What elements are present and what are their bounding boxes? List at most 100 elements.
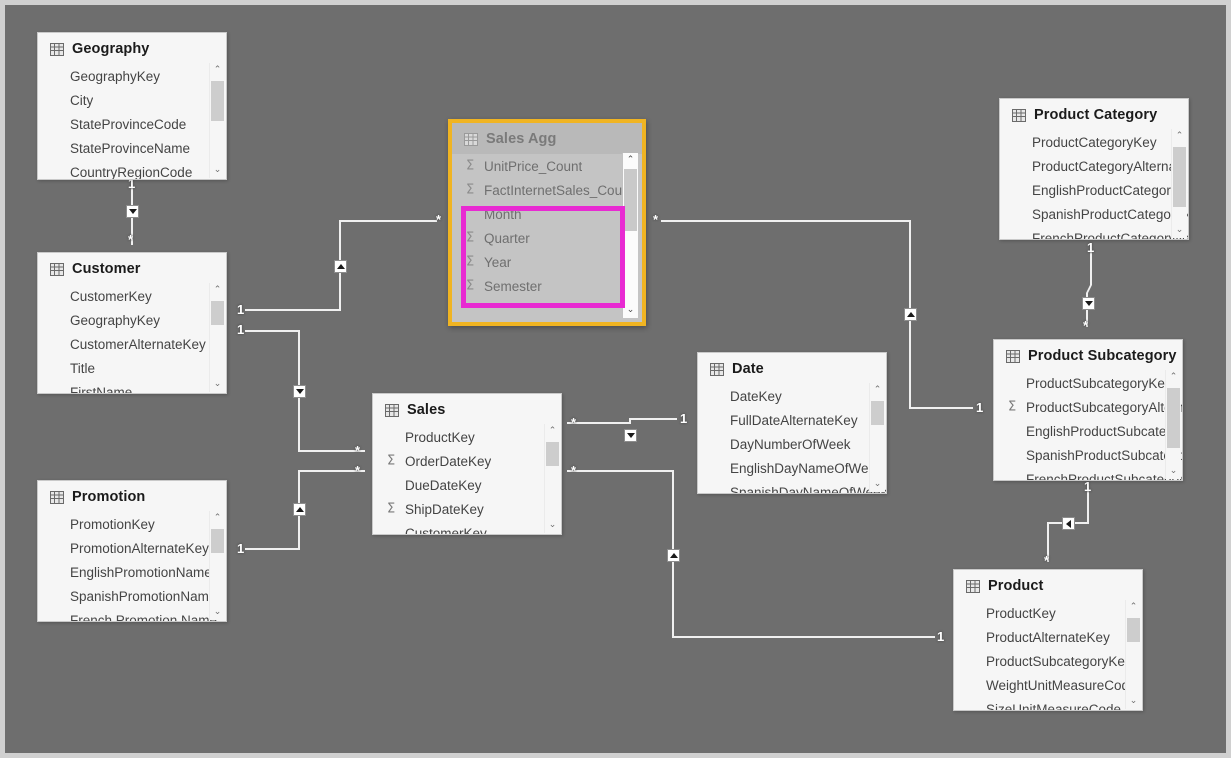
table-card-date[interactable]: Date DateKey FullDateAlternateKey DayNum… bbox=[697, 352, 887, 494]
chevron-down-icon[interactable]: ⌄ bbox=[210, 377, 225, 392]
model-diagram-canvas[interactable]: 1 * 1 * 1 * 1 * * 1 * 1 * 1 1 * 1 * Geog… bbox=[0, 0, 1231, 758]
field-row[interactable]: DayNumberOfWeek bbox=[698, 432, 886, 456]
field-row[interactable]: PromotionKey bbox=[38, 512, 226, 536]
table-scrollbar-sales[interactable]: ⌃ ⌄ bbox=[544, 424, 560, 533]
table-header-geography[interactable]: Geography bbox=[38, 33, 226, 64]
field-row[interactable]: ProductSubcategoryKey bbox=[994, 371, 1182, 395]
field-row[interactable]: EnglishPromotionName bbox=[38, 560, 226, 584]
chevron-up-icon[interactable]: ⌃ bbox=[210, 511, 225, 526]
chevron-up-icon[interactable]: ⌃ bbox=[545, 424, 560, 439]
chevron-up-icon[interactable]: ⌃ bbox=[1126, 600, 1141, 615]
scrollbar-thumb[interactable] bbox=[1173, 147, 1186, 207]
chevron-up-icon[interactable]: ⌃ bbox=[210, 63, 225, 78]
table-card-sales-agg[interactable]: Sales Agg Σ UnitPrice_Count Σ FactInternet… bbox=[448, 119, 646, 326]
field-row[interactable]: DueDateKey bbox=[373, 473, 561, 497]
table-scrollbar-promotion[interactable]: ⌃ ⌄ bbox=[209, 511, 225, 620]
filter-direction-productcategory-productsubcategory[interactable] bbox=[1082, 297, 1095, 310]
field-row[interactable]: FullDateAlternateKey bbox=[698, 408, 886, 432]
filter-direction-customer-sales[interactable] bbox=[293, 385, 306, 398]
field-row[interactable]: Σ Year bbox=[452, 250, 642, 274]
field-row[interactable]: GeographyKey bbox=[38, 64, 226, 88]
field-row[interactable]: FrenchProductSubcategoryName bbox=[994, 467, 1182, 481]
scrollbar-thumb[interactable] bbox=[871, 401, 884, 425]
chevron-up-icon[interactable]: ⌃ bbox=[210, 283, 225, 298]
table-card-promotion[interactable]: Promotion PromotionKey PromotionAlternat… bbox=[37, 480, 227, 622]
field-row[interactable]: Σ Semester bbox=[452, 274, 642, 298]
field-row[interactable]: Title bbox=[38, 356, 226, 380]
table-scrollbar-date[interactable]: ⌃ ⌄ bbox=[869, 383, 885, 492]
field-row[interactable]: EnglishDayNameOfWeek bbox=[698, 456, 886, 480]
field-row[interactable]: City bbox=[38, 88, 226, 112]
field-row[interactable]: SpanishProductSubcategoryName bbox=[994, 443, 1182, 467]
table-scrollbar-product-subcategory[interactable]: ⌃ ⌄ bbox=[1165, 370, 1181, 479]
scrollbar-thumb[interactable] bbox=[211, 81, 224, 121]
field-row[interactable]: Σ UnitPrice_Count bbox=[452, 154, 642, 178]
field-row[interactable]: Month bbox=[452, 202, 642, 226]
scrollbar-thumb[interactable] bbox=[624, 169, 637, 231]
table-scrollbar-sales-agg[interactable]: ⌃ ⌄ bbox=[622, 153, 638, 318]
table-card-customer[interactable]: Customer CustomerKey GeographyKey Custom… bbox=[37, 252, 227, 394]
filter-direction-customer-salesagg[interactable] bbox=[334, 260, 347, 273]
field-row[interactable]: ProductSubcategoryKey bbox=[954, 649, 1142, 673]
field-row[interactable]: ΣProductSubcategoryAlternateKey bbox=[994, 395, 1182, 419]
table-header-sales[interactable]: Sales bbox=[373, 394, 561, 425]
scrollbar-thumb[interactable] bbox=[211, 529, 224, 553]
filter-direction-productsubcategory-product[interactable] bbox=[1062, 517, 1075, 530]
table-card-product-category[interactable]: Product Category ProductCategoryKey Prod… bbox=[999, 98, 1189, 240]
field-row[interactable]: StateProvinceName bbox=[38, 136, 226, 160]
table-header-customer[interactable]: Customer bbox=[38, 253, 226, 284]
table-card-geography[interactable]: Geography GeographyKey City StateProvinc… bbox=[37, 32, 227, 180]
field-row[interactable]: ProductCategoryAlternateKey bbox=[1000, 154, 1188, 178]
table-header-sales-agg[interactable]: Sales Agg bbox=[452, 123, 642, 154]
table-header-date[interactable]: Date bbox=[698, 353, 886, 384]
table-card-sales[interactable]: Sales ProductKey Σ OrderDateKey DueDateKe… bbox=[372, 393, 562, 535]
field-row[interactable]: CountryRegionCode bbox=[38, 160, 226, 180]
field-row[interactable]: DateKey bbox=[698, 384, 886, 408]
scrollbar-thumb[interactable] bbox=[546, 442, 559, 466]
field-row[interactable]: StateProvinceCode bbox=[38, 112, 226, 136]
field-row[interactable]: ProductKey bbox=[954, 601, 1142, 625]
field-row[interactable]: CustomerKey bbox=[38, 284, 226, 308]
field-row[interactable]: FrenchProductCategoryName bbox=[1000, 226, 1188, 240]
table-scrollbar-geography[interactable]: ⌃ ⌄ bbox=[209, 63, 225, 178]
field-row[interactable]: SpanishDayNameOfWeek bbox=[698, 480, 886, 494]
table-scrollbar-customer[interactable]: ⌃ ⌄ bbox=[209, 283, 225, 392]
field-row[interactable]: Σ ShipDateKey bbox=[373, 497, 561, 521]
filter-direction-promotion-sales[interactable] bbox=[293, 503, 306, 516]
table-card-product[interactable]: Product ProductKey ProductAlternateKey P… bbox=[953, 569, 1143, 711]
field-row[interactable]: SpanishProductCategoryName bbox=[1000, 202, 1188, 226]
field-row[interactable]: ProductAlternateKey bbox=[954, 625, 1142, 649]
table-scrollbar-product[interactable]: ⌃ ⌄ bbox=[1125, 600, 1141, 709]
field-row[interactable]: PromotionAlternateKey bbox=[38, 536, 226, 560]
table-header-product-category[interactable]: Product Category bbox=[1000, 99, 1188, 130]
field-row[interactable]: SpanishPromotionName bbox=[38, 584, 226, 608]
filter-direction-sales-date[interactable] bbox=[624, 429, 637, 442]
field-row[interactable]: SizeUnitMeasureCode bbox=[954, 697, 1142, 711]
field-row[interactable]: FirstName bbox=[38, 380, 226, 394]
table-header-promotion[interactable]: Promotion bbox=[38, 481, 226, 512]
filter-direction-salesagg-date[interactable] bbox=[904, 308, 917, 321]
field-row[interactable]: Σ OrderDateKey bbox=[373, 449, 561, 473]
chevron-up-icon[interactable]: ⌃ bbox=[1166, 370, 1181, 385]
chevron-down-icon[interactable]: ⌄ bbox=[210, 163, 225, 178]
chevron-down-icon[interactable]: ⌄ bbox=[210, 605, 225, 620]
chevron-down-icon[interactable]: ⌄ bbox=[870, 477, 885, 492]
field-row[interactable]: Σ FactInternetSales_Count bbox=[452, 178, 642, 202]
field-row[interactable]: ProductCategoryKey bbox=[1000, 130, 1188, 154]
scrollbar-thumb[interactable] bbox=[211, 301, 224, 325]
table-scrollbar-product-category[interactable]: ⌃ ⌄ bbox=[1171, 129, 1187, 238]
chevron-down-icon[interactable]: ⌄ bbox=[1166, 464, 1181, 479]
field-row[interactable]: ProductKey bbox=[373, 425, 561, 449]
chevron-down-icon[interactable]: ⌄ bbox=[1126, 694, 1141, 709]
table-header-product[interactable]: Product bbox=[954, 570, 1142, 601]
scrollbar-thumb[interactable] bbox=[1127, 618, 1140, 642]
field-row[interactable]: CustomerKey bbox=[373, 521, 561, 535]
chevron-up-icon[interactable]: ⌃ bbox=[870, 383, 885, 398]
table-header-product-subcategory[interactable]: Product Subcategory bbox=[994, 340, 1182, 371]
scrollbar-thumb[interactable] bbox=[1167, 388, 1180, 448]
chevron-up-icon[interactable]: ⌃ bbox=[623, 153, 638, 168]
chevron-down-icon[interactable]: ⌄ bbox=[545, 518, 560, 533]
chevron-down-icon[interactable]: ⌄ bbox=[623, 303, 638, 318]
field-row[interactable]: EnglishProductCategoryName bbox=[1000, 178, 1188, 202]
field-row[interactable]: Σ Quarter bbox=[452, 226, 642, 250]
